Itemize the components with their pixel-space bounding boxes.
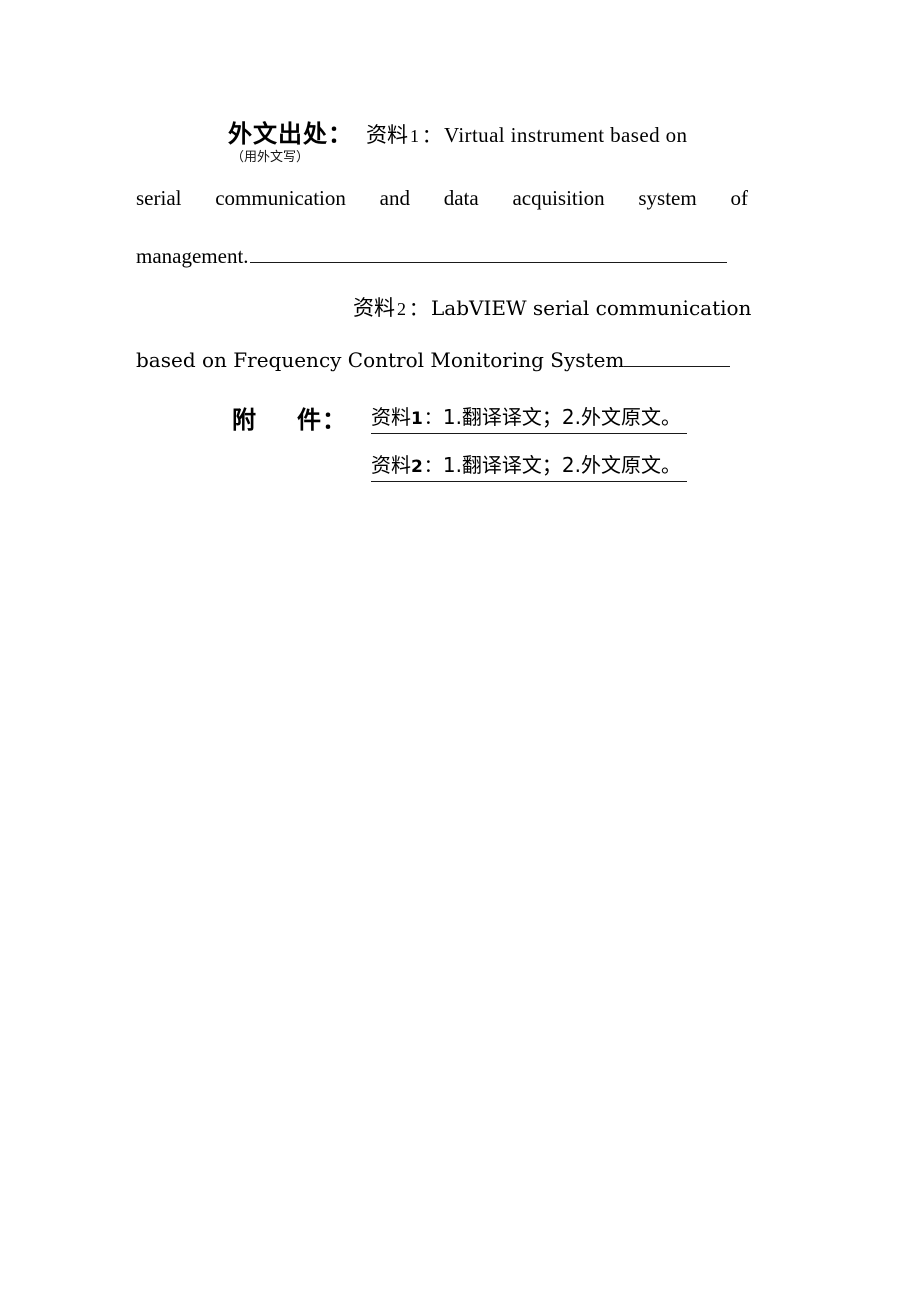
source-item1-title-line3: management. bbox=[136, 244, 748, 269]
attachment-row1-number: 1 bbox=[411, 409, 423, 429]
source-item2-title-line1: LabVIEW serial communication bbox=[431, 296, 752, 320]
attachment-row1-content: 1.翻译译文；2.外文原文。 bbox=[442, 405, 682, 429]
source-item2-heading: 资料 2： LabVIEW serial communication bbox=[353, 292, 751, 322]
source-item1-heading: 资料 1： Virtual instrument based on bbox=[366, 120, 687, 152]
title-word: data bbox=[443, 186, 479, 210]
title-word: acquisition bbox=[512, 186, 605, 210]
source-item1-number: 1 bbox=[410, 126, 419, 146]
foreign-source-label-note: （用外文写） bbox=[231, 150, 310, 165]
source-item1-title-line1: Virtual instrument based on bbox=[444, 123, 688, 147]
source-item2-title-line2: based on Frequency Control Monitoring Sy… bbox=[136, 348, 625, 372]
attachment-row2-prefix: 资料 bbox=[371, 453, 411, 477]
source-item1-colon: ： bbox=[422, 126, 442, 147]
source-item1-title-line2: serial communication and data acquisitio… bbox=[136, 186, 748, 211]
document-page: 外文出处： （用外文写） 资料 1： Virtual instrument base… bbox=[0, 0, 920, 1302]
source-item2-title-line2-wrap: based on Frequency Control Monitoring Sy… bbox=[136, 348, 731, 372]
title-word: of bbox=[730, 186, 748, 210]
title-word: and bbox=[379, 186, 410, 210]
attachment-row1-prefix: 资料 bbox=[371, 405, 411, 429]
source-field-underline-rule bbox=[249, 245, 727, 263]
attachment-row2-colon: ： bbox=[423, 456, 442, 477]
attachment-row-2: 资料2：1.翻译译文；2.外文原文。 bbox=[371, 449, 688, 482]
title-word: communication bbox=[215, 186, 346, 210]
attachment-row2-content: 1.翻译译文；2.外文原文。 bbox=[442, 453, 682, 477]
attachment-row2-number: 2 bbox=[411, 457, 423, 477]
source-item2-prefix: 资料 bbox=[353, 296, 395, 320]
attachment-row-1: 资料1：1.翻译译文；2.外文原文。 bbox=[371, 401, 688, 434]
attachment-label: 附 件： bbox=[232, 400, 347, 435]
attachment-label-char2: 件： bbox=[297, 405, 347, 434]
title-word: management. bbox=[136, 244, 249, 268]
foreign-source-label: 外文出处： bbox=[228, 119, 353, 148]
attachment-label-char1: 附 bbox=[232, 405, 257, 434]
title-word: system bbox=[638, 186, 697, 210]
attachment-row1-colon: ： bbox=[423, 408, 442, 429]
foreign-source-block: 外文出处： （用外文写） 资料 1： Virtual instrument base… bbox=[136, 118, 748, 268]
source-item2-colon: ： bbox=[409, 299, 429, 320]
source-item1-prefix: 资料 bbox=[366, 123, 408, 147]
title-word: serial bbox=[136, 186, 182, 210]
foreign-source-first-line: 外文出处： （用外文写） 资料 1： Virtual instrument base… bbox=[136, 118, 746, 165]
source-item2-underline-rule bbox=[624, 350, 731, 367]
source-item2-number: 2 bbox=[397, 299, 406, 319]
